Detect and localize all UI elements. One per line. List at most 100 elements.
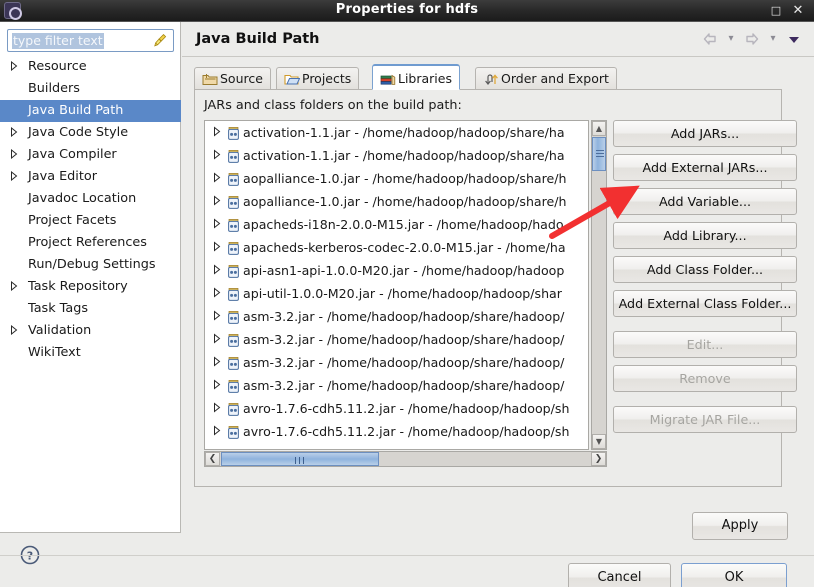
triangle-right-icon[interactable] xyxy=(213,282,221,305)
add-external-class-folder-button[interactable]: Add External Class Folder... xyxy=(613,290,797,317)
sidebar-item-label: Java Editor xyxy=(28,169,97,184)
jar-list-item[interactable]: activation-1.1.jar - /home/hadoop/hadoop… xyxy=(205,121,588,144)
chevron-up-icon[interactable]: ▲ xyxy=(592,121,606,136)
jar-list-item[interactable]: activation-1.1.jar - /home/hadoop/hadoop… xyxy=(205,144,588,167)
filter-input-wrap[interactable]: type filter text xyxy=(7,29,174,52)
jar-list-item-label: avro-1.7.6-cdh5.11.2.jar - /home/hadoop/… xyxy=(243,401,570,416)
sidebar-item-project-references[interactable]: Project References xyxy=(0,232,181,254)
add-variable-button[interactable]: Add Variable... xyxy=(613,188,797,215)
sidebar-item-project-facets[interactable]: Project Facets xyxy=(0,210,181,232)
chevron-down-icon[interactable]: ▼ xyxy=(592,434,606,449)
jar-list-item[interactable]: avro-1.7.6-cdh5.11.2.jar - /home/hadoop/… xyxy=(205,397,588,420)
tab-strip: Source Projects Libraries Order and Export xyxy=(194,64,782,90)
add-library-button[interactable]: Add Library... xyxy=(613,222,797,249)
jar-list-item[interactable]: asm-3.2.jar - /home/hadoop/hadoop/share/… xyxy=(205,328,588,351)
jar-list-vertical-scrollbar[interactable]: ▲ ▼ xyxy=(591,120,607,450)
jar-list-item[interactable]: api-util-1.0.0-M20.jar - /home/hadoop/ha… xyxy=(205,282,588,305)
triangle-right-icon[interactable] xyxy=(213,420,221,443)
jar-list-item[interactable]: api-asn1-api-1.0.0-M20.jar - /home/hadoo… xyxy=(205,259,588,282)
triangle-right-icon[interactable] xyxy=(10,166,18,188)
horizontal-scrollbar-thumb[interactable] xyxy=(221,452,379,466)
triangle-right-icon[interactable] xyxy=(10,144,18,166)
chevron-right-icon[interactable]: ❯ xyxy=(591,452,606,466)
jar-list-item[interactable]: aopalliance-1.0.jar - /home/hadoop/hadoo… xyxy=(205,167,588,190)
settings-nav-panel: type filter text Resource Builders Java Bu… xyxy=(0,22,181,565)
page-header: Java Build Path ▾ ▾ xyxy=(182,22,814,57)
add-jars-button[interactable]: Add JARs... xyxy=(613,120,797,147)
jar-list-item-label: apacheds-i18n-2.0.0-M15.jar - /home/hado… xyxy=(243,217,564,232)
tab-order-and-export[interactable]: Order and Export xyxy=(475,67,617,90)
back-history-chevron-down-icon[interactable]: ▾ xyxy=(724,30,738,48)
sidebar-item-wikitext[interactable]: WikiText xyxy=(0,342,181,364)
triangle-right-icon[interactable] xyxy=(213,305,221,328)
sidebar-item-task-tags[interactable]: Task Tags xyxy=(0,298,181,320)
forward-arrow-icon[interactable] xyxy=(742,30,762,48)
sidebar-item-label: Java Compiler xyxy=(28,147,117,162)
title-bar: Properties for hdfs □ ✕ xyxy=(0,0,814,22)
add-class-folder-button[interactable]: Add Class Folder... xyxy=(613,256,797,283)
jar-file-icon xyxy=(226,263,241,278)
add-external-jars-button[interactable]: Add External JARs... xyxy=(613,154,797,181)
jar-file-icon xyxy=(226,378,241,393)
vertical-scrollbar-thumb[interactable] xyxy=(592,137,606,171)
sidebar-item-label: Run/Debug Settings xyxy=(28,257,156,272)
jar-list-item-label: activation-1.1.jar - /home/hadoop/hadoop… xyxy=(243,125,565,140)
jar-list-item[interactable]: avro-1.7.6-cdh5.11.2.jar - /home/hadoop/… xyxy=(205,420,588,443)
jar-list-item[interactable]: asm-3.2.jar - /home/hadoop/hadoop/share/… xyxy=(205,305,588,328)
sidebar-item-java-build-path[interactable]: Java Build Path xyxy=(0,100,181,122)
sidebar-item-java-compiler[interactable]: Java Compiler xyxy=(0,144,181,166)
triangle-right-icon[interactable] xyxy=(213,121,221,144)
forward-history-chevron-down-icon[interactable]: ▾ xyxy=(766,30,780,48)
tab-projects[interactable]: Projects xyxy=(276,67,360,90)
jar-list[interactable]: activation-1.1.jar - /home/hadoop/hadoop… xyxy=(204,120,589,450)
triangle-down-icon[interactable] xyxy=(784,30,804,48)
sidebar-item-label: WikiText xyxy=(28,345,81,360)
triangle-right-icon[interactable] xyxy=(213,213,221,236)
sidebar-item-java-code-style[interactable]: Java Code Style xyxy=(0,122,181,144)
triangle-right-icon[interactable] xyxy=(213,259,221,282)
triangle-right-icon[interactable] xyxy=(213,397,221,420)
jar-list-item-label: activation-1.1.jar - /home/hadoop/hadoop… xyxy=(243,148,565,163)
page-title: Java Build Path xyxy=(196,31,320,47)
jar-list-item[interactable]: apacheds-i18n-2.0.0-M15.jar - /home/hado… xyxy=(205,213,588,236)
tab-label: Projects xyxy=(302,71,352,86)
apply-button[interactable]: Apply xyxy=(692,512,788,540)
sidebar-item-builders[interactable]: Builders xyxy=(0,78,181,100)
triangle-right-icon[interactable] xyxy=(213,374,221,397)
triangle-right-icon[interactable] xyxy=(10,122,18,144)
back-arrow-icon[interactable] xyxy=(700,30,720,48)
sidebar-item-resource[interactable]: Resource xyxy=(0,56,181,78)
tab-libraries[interactable]: Libraries xyxy=(372,64,460,90)
triangle-right-icon[interactable] xyxy=(213,236,221,259)
triangle-right-icon[interactable] xyxy=(10,276,18,298)
source-folder-icon xyxy=(202,71,218,85)
sidebar-item-javadoc-location[interactable]: Javadoc Location xyxy=(0,188,181,210)
sidebar-item-run-debug-settings[interactable]: Run/Debug Settings xyxy=(0,254,181,276)
jar-list-item[interactable]: aopalliance-1.0.jar - /home/hadoop/hadoo… xyxy=(205,190,588,213)
triangle-right-icon[interactable] xyxy=(10,56,18,78)
jar-file-icon xyxy=(226,194,241,209)
jar-list-horizontal-scrollbar[interactable]: ❮ ❯ xyxy=(204,451,607,467)
triangle-right-icon[interactable] xyxy=(10,320,18,342)
broom-icon[interactable] xyxy=(152,33,168,49)
sidebar-item-java-editor[interactable]: Java Editor xyxy=(0,166,181,188)
jar-file-icon xyxy=(226,240,241,255)
chevron-left-icon[interactable]: ❮ xyxy=(205,452,220,466)
libraries-books-icon xyxy=(380,69,396,85)
jar-list-item[interactable]: asm-3.2.jar - /home/hadoop/hadoop/share/… xyxy=(205,374,588,397)
sidebar-item-validation[interactable]: Validation xyxy=(0,320,181,342)
cancel-button[interactable]: Cancel xyxy=(568,563,671,587)
triangle-right-icon[interactable] xyxy=(213,144,221,167)
triangle-right-icon[interactable] xyxy=(213,167,221,190)
triangle-right-icon[interactable] xyxy=(213,190,221,213)
filter-input[interactable]: type filter text xyxy=(12,33,104,49)
close-button[interactable]: ✕ xyxy=(790,3,806,19)
jar-list-item[interactable]: asm-3.2.jar - /home/hadoop/hadoop/share/… xyxy=(205,351,588,374)
triangle-right-icon[interactable] xyxy=(213,328,221,351)
ok-button[interactable]: OK xyxy=(681,563,787,587)
maximize-button[interactable]: □ xyxy=(768,3,784,19)
triangle-right-icon[interactable] xyxy=(213,351,221,374)
sidebar-item-task-repository[interactable]: Task Repository xyxy=(0,276,181,298)
tab-source[interactable]: Source xyxy=(194,67,271,90)
jar-list-item[interactable]: apacheds-kerberos-codec-2.0.0-M15.jar - … xyxy=(205,236,588,259)
